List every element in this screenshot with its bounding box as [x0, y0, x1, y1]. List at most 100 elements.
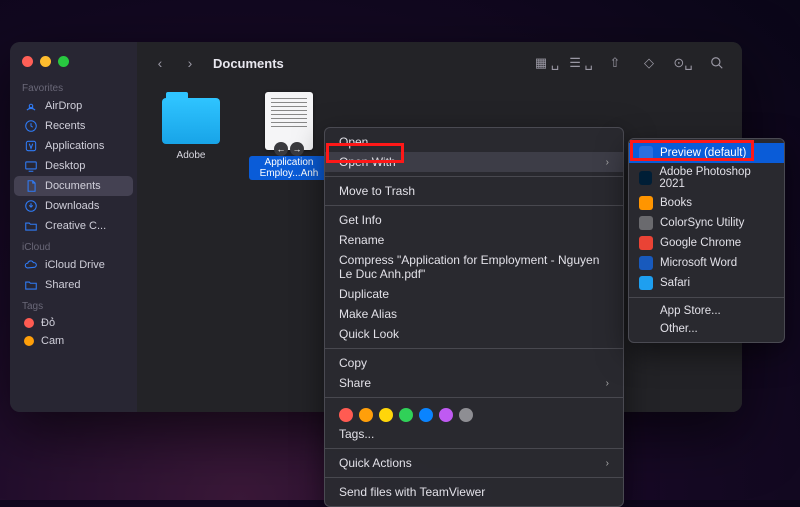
- toolbar: ‹ › Documents ▦ ␣ ☰ ␣ ⇧ ◇ ⊙␣: [137, 42, 742, 84]
- menu-item[interactable]: Rename: [325, 230, 623, 250]
- submenu-item[interactable]: Safari: [629, 273, 784, 293]
- context-menu: OpenOpen With› Move to Trash Get InfoRenam…: [324, 127, 624, 507]
- tag-color-row[interactable]: [325, 402, 623, 424]
- app-icon: [639, 256, 653, 270]
- minimize-button[interactable]: [40, 56, 51, 67]
- recents-icon: [24, 119, 38, 133]
- desktop-icon: [24, 159, 38, 173]
- folder-icon: [162, 98, 220, 144]
- chevron-right-icon: ›: [606, 378, 609, 389]
- submenu-item[interactable]: Microsoft Word: [629, 253, 784, 273]
- submenu-item[interactable]: Books: [629, 193, 784, 213]
- documents-icon: [24, 179, 38, 193]
- menu-item[interactable]: Duplicate: [325, 284, 623, 304]
- applications-icon: [24, 139, 38, 153]
- tag-dot: [24, 318, 34, 328]
- tag-icon[interactable]: ◇: [636, 52, 662, 74]
- sidebar-item-label: Shared: [45, 279, 80, 291]
- file-item[interactable]: Adobe: [151, 92, 231, 161]
- chevron-right-icon: ›: [606, 458, 609, 469]
- app-icon: [639, 146, 653, 160]
- menu-item-open-with[interactable]: Open With›: [325, 152, 623, 172]
- app-icon: [639, 276, 653, 290]
- sidebar-item-label: Desktop: [45, 160, 85, 172]
- submenu-label: Adobe Photoshop 2021: [659, 166, 774, 190]
- section-label: Favorites: [10, 77, 137, 96]
- airdrop-icon: [24, 99, 38, 113]
- menu-item[interactable]: Get Info: [325, 210, 623, 230]
- submenu-item[interactable]: Preview (default): [629, 143, 784, 163]
- menu-item[interactable]: Quick Look: [325, 324, 623, 344]
- sidebar-item-documents[interactable]: Documents: [14, 176, 133, 196]
- document-icon: ←→: [265, 92, 313, 150]
- sidebar-item-label: Downloads: [45, 200, 99, 212]
- icloud-icon: [24, 258, 38, 272]
- menu-item-share[interactable]: Share›: [325, 373, 623, 393]
- sidebar: Favorites AirDrop Recents Applications Deskt…: [10, 42, 137, 412]
- downloads-icon: [24, 199, 38, 213]
- sidebar-item-creative-c-[interactable]: Creative C...: [14, 216, 133, 236]
- file-label: Application Employ...Anh: [249, 156, 329, 180]
- forward-button[interactable]: ›: [179, 52, 201, 74]
- sidebar-item--[interactable]: Đỏ: [14, 314, 133, 332]
- sidebar-item-applications[interactable]: Applications: [14, 136, 133, 156]
- group-icon[interactable]: ☰ ␣: [568, 52, 594, 74]
- traffic-lights: [10, 52, 137, 77]
- menu-item[interactable]: Move to Trash: [325, 181, 623, 201]
- submenu-label: Microsoft Word: [660, 257, 737, 269]
- window-title: Documents: [213, 56, 284, 71]
- section-label: Tags: [10, 295, 137, 314]
- share-icon[interactable]: ⇧: [602, 52, 628, 74]
- section-label: iCloud: [10, 236, 137, 255]
- sidebar-item-label: Documents: [45, 180, 101, 192]
- open-with-submenu: Preview (default) Adobe Photoshop 2021 Boo…: [628, 138, 785, 343]
- menu-item[interactable]: Open: [325, 132, 623, 152]
- folder-icon: [24, 219, 38, 233]
- submenu-item[interactable]: Google Chrome: [629, 233, 784, 253]
- chevron-right-icon: ›: [606, 157, 609, 168]
- sidebar-item-label: iCloud Drive: [45, 259, 105, 271]
- back-button[interactable]: ‹: [149, 52, 171, 74]
- app-icon: [639, 216, 653, 230]
- sidebar-item-desktop[interactable]: Desktop: [14, 156, 133, 176]
- view-icons-icon[interactable]: ▦ ␣: [534, 52, 560, 74]
- submenu-label: Google Chrome: [660, 237, 741, 249]
- sidebar-item-icloud-drive[interactable]: iCloud Drive: [14, 255, 133, 275]
- sidebar-item-shared[interactable]: Shared: [14, 275, 133, 295]
- menu-item[interactable]: Send files with TeamViewer: [325, 482, 623, 502]
- submenu-item[interactable]: Adobe Photoshop 2021: [629, 163, 784, 193]
- close-button[interactable]: [22, 56, 33, 67]
- sidebar-item-label: Creative C...: [45, 220, 106, 232]
- sidebar-item-airdrop[interactable]: AirDrop: [14, 96, 133, 116]
- app-icon: [639, 196, 653, 210]
- menu-item[interactable]: Tags...: [325, 424, 623, 444]
- file-label: Adobe: [177, 150, 206, 161]
- submenu-item[interactable]: Other...: [629, 320, 784, 338]
- app-icon: [639, 236, 653, 250]
- sidebar-item-recents[interactable]: Recents: [14, 116, 133, 136]
- submenu-item[interactable]: App Store...: [629, 302, 784, 320]
- sidebar-item-label: Đỏ: [41, 317, 55, 329]
- submenu-label: Preview (default): [660, 147, 746, 159]
- sidebar-item-label: Applications: [45, 140, 104, 152]
- submenu-label: Safari: [660, 277, 690, 289]
- submenu-label: Books: [660, 197, 692, 209]
- sidebar-item-label: AirDrop: [45, 100, 82, 112]
- submenu-item[interactable]: ColorSync Utility: [629, 213, 784, 233]
- submenu-label: ColorSync Utility: [660, 217, 744, 229]
- sidebar-item-cam[interactable]: Cam: [14, 332, 133, 350]
- more-icon[interactable]: ⊙␣: [670, 52, 696, 74]
- file-item[interactable]: ←→ Application Employ...Anh: [249, 92, 329, 180]
- menu-item[interactable]: Compress "Application for Employment - N…: [325, 250, 623, 284]
- menu-item-quick-actions[interactable]: Quick Actions›: [325, 453, 623, 473]
- app-icon: [639, 171, 652, 185]
- fullscreen-button[interactable]: [58, 56, 69, 67]
- menu-item[interactable]: Make Alias: [325, 304, 623, 324]
- shared-icon: [24, 278, 38, 292]
- sidebar-item-label: Cam: [41, 335, 64, 347]
- search-icon[interactable]: [704, 52, 730, 74]
- tag-dot: [24, 336, 34, 346]
- sidebar-item-label: Recents: [45, 120, 85, 132]
- sidebar-item-downloads[interactable]: Downloads: [14, 196, 133, 216]
- menu-item[interactable]: Copy: [325, 353, 623, 373]
